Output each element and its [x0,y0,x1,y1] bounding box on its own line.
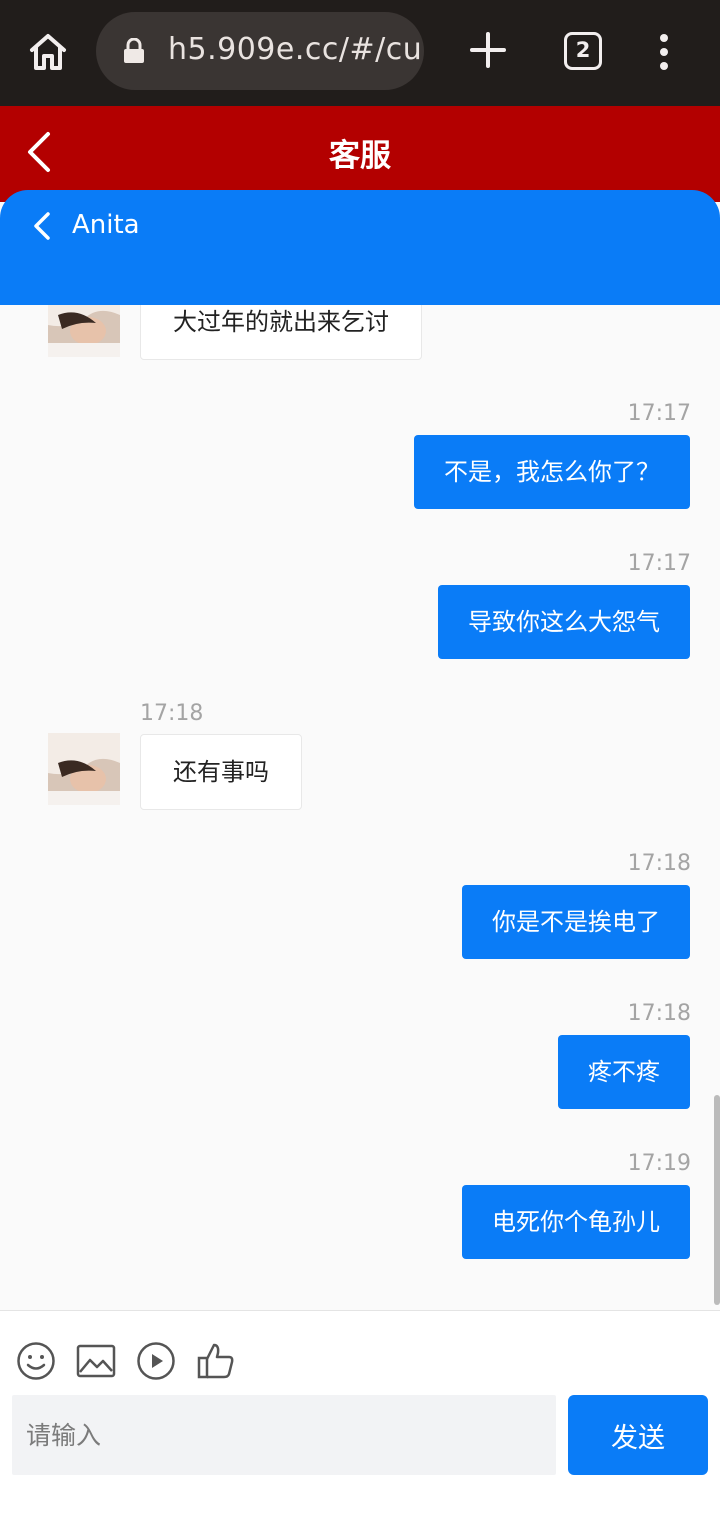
message-timestamp: 17:19 [627,1151,691,1176]
browser-toolbar: h5.909e.cc/#/cu 2 [0,0,720,106]
chat-back-icon[interactable] [30,210,54,242]
message-input[interactable] [12,1395,556,1475]
page-title: 客服 [329,138,391,174]
lock-icon [122,37,146,64]
video-icon[interactable] [136,1341,176,1381]
url-text: h5.909e.cc/#/cu [168,32,423,67]
message-bubble-user: 你是不是挨电了 [462,885,690,959]
image-icon[interactable] [76,1341,116,1381]
message-bubble-user: 电死你个龟孙儿 [462,1185,690,1259]
scrollbar[interactable] [714,1095,720,1305]
agent-name: Anita [72,210,140,240]
message-timestamp: 17:18 [627,1001,691,1026]
message-bubble-user: 不是，我怎么你了？ [414,435,690,509]
send-button[interactable]: 发送 [568,1395,708,1475]
new-tab-icon[interactable] [468,30,508,70]
message-bubble-agent: 大过年的就出来乞讨 [140,305,422,360]
address-bar[interactable]: h5.909e.cc/#/cu [96,12,424,90]
emoji-icon[interactable] [16,1341,56,1381]
message-timestamp: 17:17 [627,551,691,576]
composer: 发送 [0,1310,720,1527]
message-timestamp: 17:18 [140,701,204,726]
message-timestamp: 17:17 [627,401,691,426]
tab-switcher-button[interactable]: 2 [564,32,602,70]
agent-avatar [48,305,120,357]
message-timestamp: 17:18 [627,851,691,876]
home-icon[interactable] [24,28,72,76]
thumbs-up-icon[interactable] [196,1341,236,1381]
page-header: 客服 [0,106,720,202]
message-bubble-user: 导致你这么大怨气 [438,585,690,659]
message-list[interactable]: 大过年的就出来乞讨 17:17 不是，我怎么你了？ 17:17 导致你这么大怨气… [0,305,720,1310]
more-menu-icon[interactable] [650,32,678,72]
message-bubble-agent: 还有事吗 [140,734,302,810]
message-bubble-user: 疼不疼 [558,1035,690,1109]
chat-header: Anita [0,190,720,305]
agent-avatar [48,733,120,805]
